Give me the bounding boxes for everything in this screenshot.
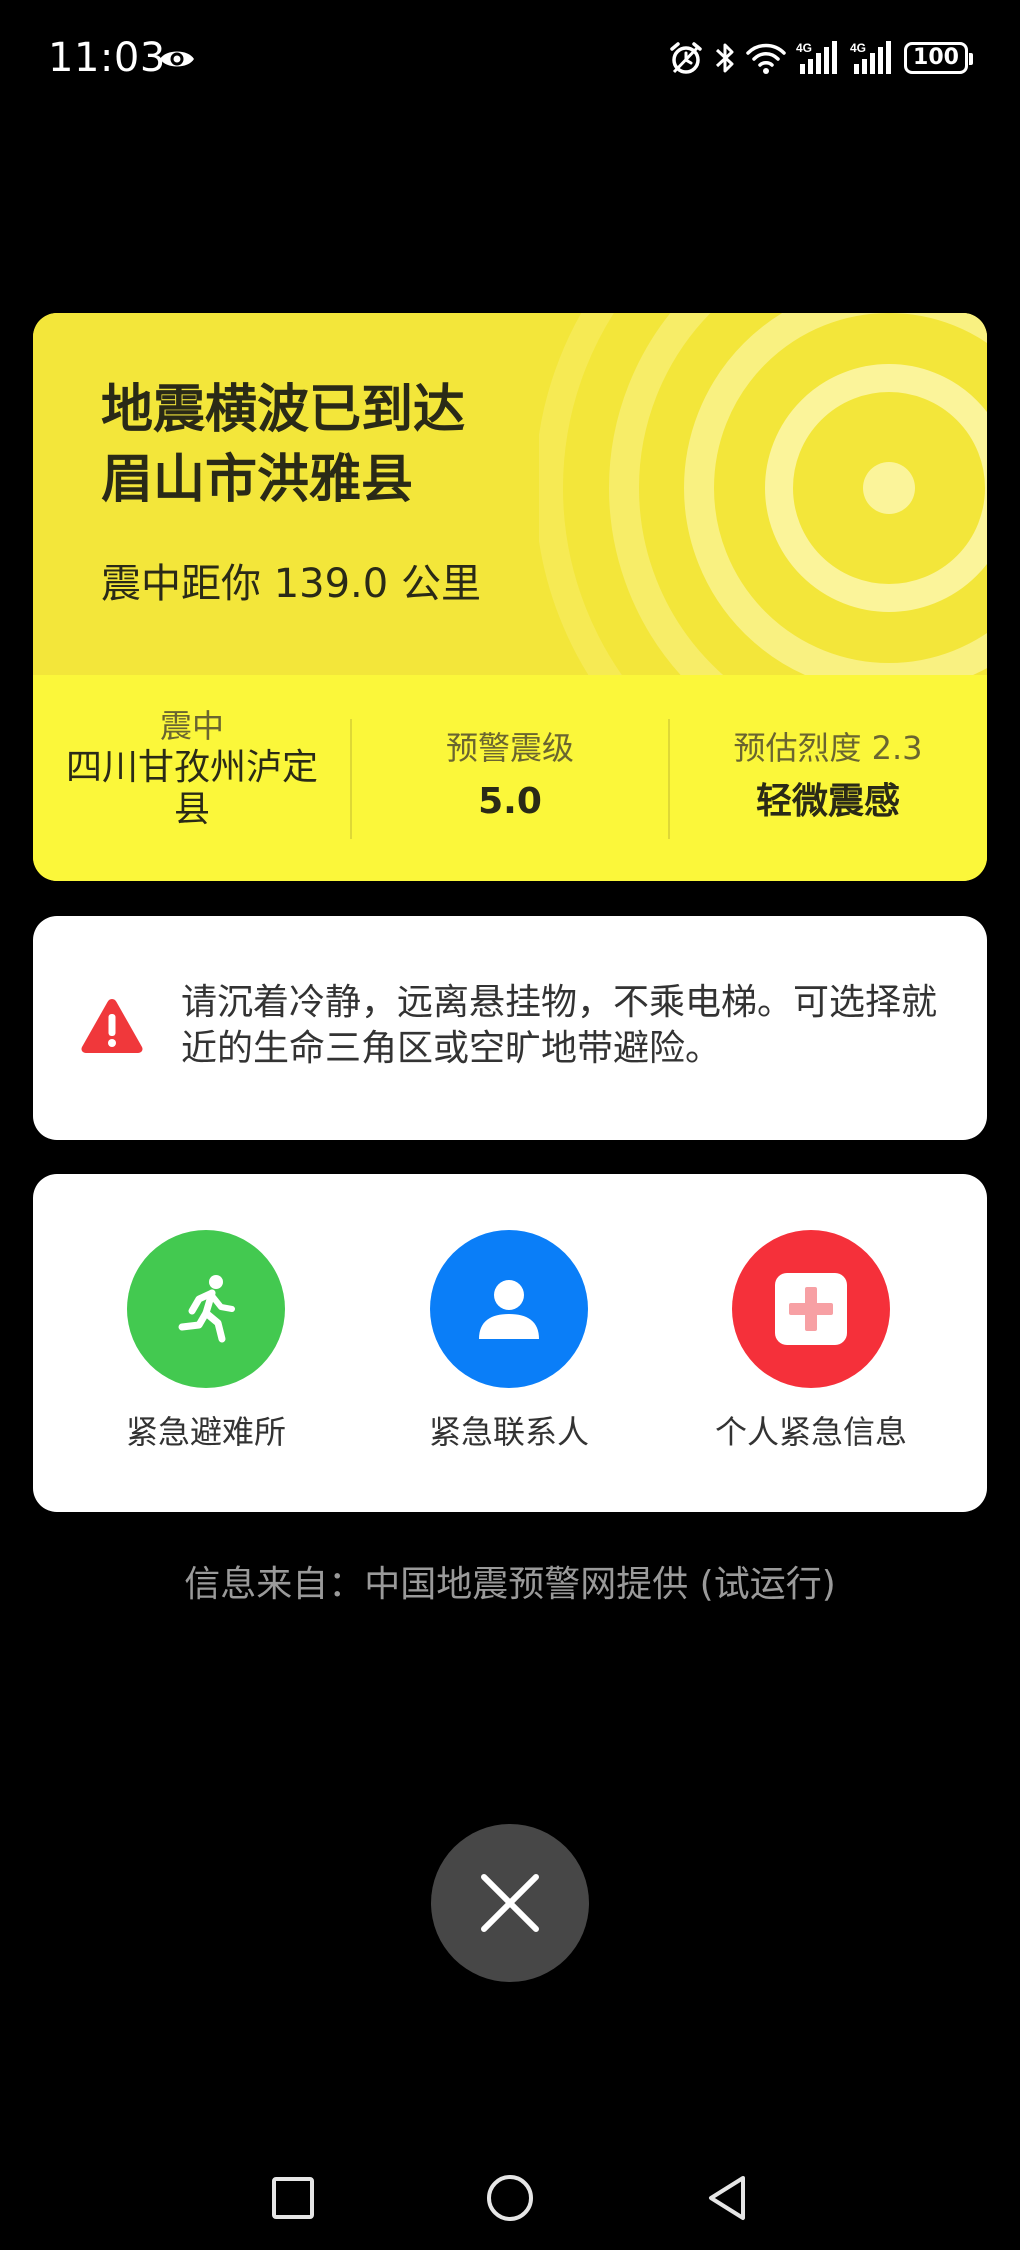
signal-4g-icon: 4G <box>796 41 837 74</box>
emergency-shelter-button[interactable]: 紧急避难所 <box>76 1230 336 1452</box>
alert-stats: 震中 四川甘孜州泸定县 预警震级 5.0 预估烈度 2.3 轻微震感 <box>33 675 987 881</box>
stat-intensity-label: 预估烈度 2.3 <box>733 729 923 767</box>
battery-icon: 100 <box>904 42 973 74</box>
emergency-shelter-label: 紧急避难所 <box>125 1413 286 1451</box>
recent-apps-icon <box>272 2177 314 2219</box>
personal-emergency-info-label: 个人紧急信息 <box>714 1413 907 1451</box>
alarm-icon <box>670 42 702 74</box>
wifi-icon <box>746 43 786 74</box>
running-person-icon <box>178 1275 235 1343</box>
signal-4g-icon: 4G <box>850 41 891 74</box>
emergency-shelter-circle[interactable] <box>127 1230 285 1388</box>
emergency-contacts-label: 紧急联系人 <box>428 1413 589 1451</box>
status-time: 11:03 <box>48 35 166 81</box>
close-button[interactable] <box>431 1824 589 1982</box>
navigation-bar <box>0 2150 1020 2250</box>
alert-title-line2: 眉山市洪雅县 <box>101 450 414 510</box>
person-icon <box>479 1280 539 1339</box>
stat-epicenter: 震中 四川甘孜州泸定县 <box>33 675 351 881</box>
home-button[interactable] <box>480 2168 540 2228</box>
safety-advice-card: 请沉着冷静，远离悬挂物，不乘电梯。可选择就近的生命三角区或空旷地带避险。 <box>33 916 987 1140</box>
back-button[interactable] <box>697 2168 757 2228</box>
earthquake-alert-card: 地震横波已到达 眉山市洪雅县 震中距你 139.0 公里 震中 四川甘孜州泸定县… <box>33 313 987 881</box>
info-source-text: 信息来自：中国地震预警网提供 (试运行) <box>184 1564 836 1605</box>
emergency-contacts-circle[interactable] <box>430 1230 588 1388</box>
back-icon <box>709 2176 745 2220</box>
stat-magnitude: 预警震级 5.0 <box>351 675 669 881</box>
svg-text:4G: 4G <box>796 41 812 55</box>
stat-magnitude-label: 预警震级 <box>445 729 574 767</box>
emergency-contacts-button[interactable]: 紧急联系人 <box>379 1230 639 1452</box>
alert-header: 地震横波已到达 眉山市洪雅县 震中距你 139.0 公里 <box>33 313 987 675</box>
emergency-actions-card: 紧急避难所 紧急联系人 个人紧急信息 <box>33 1174 987 1512</box>
stat-magnitude-value: 5.0 <box>478 781 542 822</box>
status-bar: 11:03 4G 4G 100 <box>0 0 1020 120</box>
medical-cross-icon <box>775 1273 847 1345</box>
alert-title-line1: 地震横波已到达 <box>101 380 466 440</box>
stat-intensity: 预估烈度 2.3 轻微震感 <box>669 675 987 881</box>
eye-icon <box>160 51 194 67</box>
svg-text:4G: 4G <box>850 41 866 55</box>
close-icon <box>481 1874 539 1932</box>
recent-apps-button[interactable] <box>263 2168 323 2228</box>
personal-emergency-info-circle[interactable] <box>732 1230 890 1388</box>
battery-level: 100 <box>913 45 959 70</box>
stat-intensity-value: 轻微震感 <box>755 781 900 822</box>
stat-epicenter-value: 四川甘孜州泸定县 <box>65 747 318 830</box>
personal-emergency-info-button[interactable]: 个人紧急信息 <box>681 1230 941 1452</box>
warning-triangle-icon <box>81 999 143 1053</box>
status-icons: 4G 4G 100 <box>668 36 973 80</box>
stat-epicenter-label: 震中 <box>159 707 224 745</box>
alert-title: 地震横波已到达 眉山市洪雅县 <box>101 375 661 515</box>
home-icon <box>487 2175 533 2221</box>
bluetooth-icon <box>715 43 734 73</box>
safety-advice-text: 请沉着冷静，远离悬挂物，不乘电梯。可选择就近的生命三角区或空旷地带避险。 <box>181 982 938 1069</box>
epicenter-distance: 震中距你 139.0 公里 <box>101 561 481 607</box>
